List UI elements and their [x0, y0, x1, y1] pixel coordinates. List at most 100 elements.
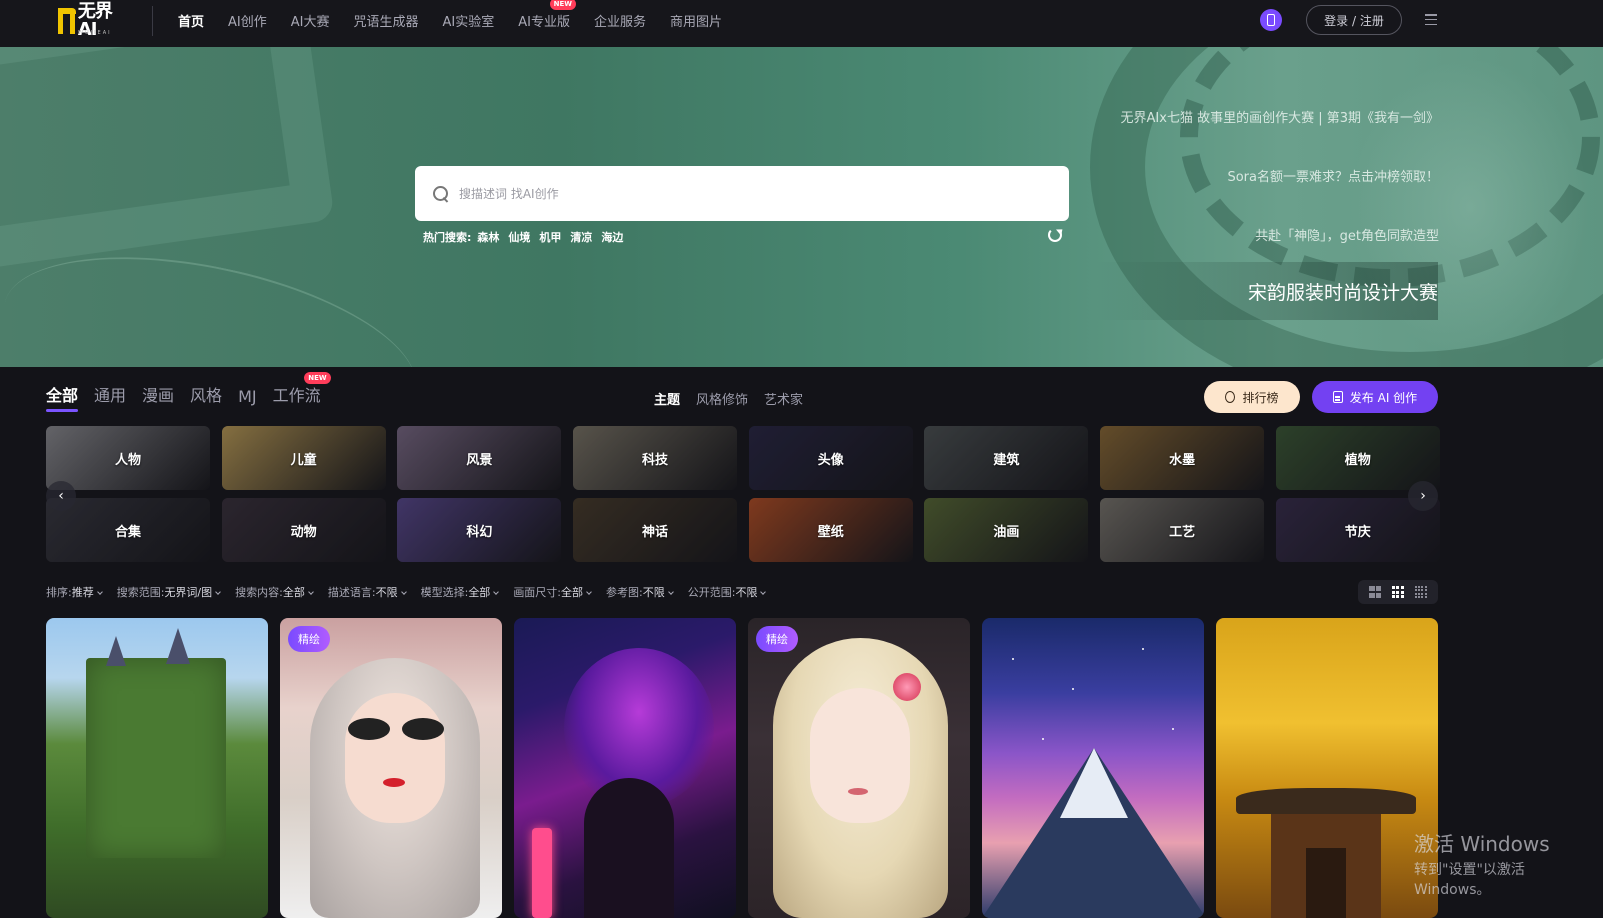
artwork-detail [1042, 738, 1044, 740]
nav-item-prompt-generator[interactable]: 咒语生成器 [353, 11, 418, 30]
mobile-phone-icon[interactable] [1260, 9, 1282, 31]
nav-item-ai-contest[interactable]: AI大赛 [291, 11, 330, 30]
nav-item-home[interactable]: 首页 [178, 11, 204, 30]
theme-card[interactable]: 科技 [573, 426, 738, 490]
category-tabs: 全部 通用 漫画 风格 MJ 工作流 NEW [46, 372, 337, 412]
theme-card[interactable]: 人物 [46, 426, 210, 490]
artwork-card[interactable] [46, 618, 268, 918]
leaderboard-button[interactable]: 排行榜 [1204, 381, 1300, 413]
hero-decoration [0, 47, 335, 273]
banner-link-active[interactable]: 宋韵服装时尚设计大赛 [1095, 262, 1438, 320]
sub-tabs: 主题 风格修饰 艺术家 [654, 389, 819, 408]
nav-item-enterprise[interactable]: 企业服务 [594, 11, 646, 30]
tab-mj[interactable]: MJ [238, 387, 257, 412]
tab-general[interactable]: 通用 [94, 382, 126, 412]
nav-item-ai-lab[interactable]: AI实验室 [443, 11, 495, 30]
chevron-left-icon[interactable]: ‹ [46, 481, 76, 511]
hot-search-tag[interactable]: 海边 [601, 229, 623, 245]
filter-label: 模型选择: [420, 586, 469, 599]
filter-value: 推荐 [71, 586, 94, 599]
theme-card[interactable]: 植物 [1275, 426, 1440, 490]
theme-card-label: 动物 [290, 524, 317, 540]
nav-item-label: 咒语生成器 [353, 14, 419, 30]
filter-dropdown[interactable]: 参考图:不限 [606, 584, 674, 600]
artwork-detail [532, 828, 552, 918]
grid-small-icon[interactable] [1414, 586, 1427, 598]
filter-dropdown[interactable]: 画面尺寸:全部 [513, 584, 592, 600]
search-box [415, 166, 1069, 221]
banner-link[interactable]: 无界AIx七猫 故事里的画创作大赛 | 第3期《我有一剑》 [1121, 107, 1439, 126]
theme-card[interactable]: 科幻 [397, 498, 562, 562]
grid-large-icon[interactable] [1369, 586, 1382, 598]
subtab-theme[interactable]: 主题 [654, 389, 680, 408]
artwork-detail [166, 628, 190, 664]
tab-comic[interactable]: 漫画 [142, 382, 174, 412]
search-input[interactable] [459, 186, 1019, 201]
artwork-card[interactable] [982, 618, 1204, 918]
theme-card[interactable]: 油画 [924, 498, 1089, 562]
subtab-style-modifier[interactable]: 风格修饰 [696, 389, 748, 408]
theme-card[interactable]: 合集 [46, 498, 210, 562]
banner-link[interactable]: Sora名额一票难求？点击冲榜领取！ [1227, 166, 1439, 185]
chevron-down-icon [586, 589, 592, 595]
refined-badge: 精绘 [756, 626, 798, 652]
theme-card[interactable]: 儿童 [221, 426, 386, 490]
theme-card[interactable]: 水墨 [1100, 426, 1265, 490]
theme-card[interactable]: 工艺 [1100, 498, 1265, 562]
theme-card[interactable]: 头像 [748, 426, 913, 490]
filter-label: 参考图: [606, 586, 643, 599]
filter-dropdown[interactable]: 描述语言:不限 [328, 584, 407, 600]
subtab-artist[interactable]: 艺术家 [764, 389, 803, 408]
artwork-detail [383, 778, 405, 787]
artwork-card[interactable]: 精绘 [748, 618, 970, 918]
hot-search-tag[interactable]: 仙境 [508, 229, 530, 245]
hamburger-menu-icon[interactable] [1425, 14, 1437, 25]
chevron-down-icon [308, 589, 314, 595]
tab-style[interactable]: 风格 [190, 382, 222, 412]
nav-item-ai-create[interactable]: AI创作 [228, 11, 267, 30]
filter-dropdown[interactable]: 搜索内容:全部 [235, 584, 314, 600]
theme-grid: 人物 儿童 风景 科技 头像 建筑 水墨 植物 合集 动物 科幻 神话 壁纸 油画 工艺 节庆 [46, 426, 1440, 562]
theme-card[interactable]: 壁纸 [748, 498, 913, 562]
banner-link[interactable]: 共赴「神隐」，get角色同款造型 [1255, 225, 1439, 244]
filter-dropdown[interactable]: 搜索范围:无界词/图 [117, 584, 221, 600]
theme-card[interactable]: 建筑 [924, 426, 1089, 490]
theme-card[interactable]: 神话 [573, 498, 738, 562]
nav-item-commercial-images[interactable]: 商用图片 [670, 11, 722, 30]
filter-dropdown[interactable]: 排序:推荐 [46, 584, 103, 600]
publish-ai-creation-button[interactable]: 发布 AI 创作 [1312, 381, 1438, 413]
brand-logo[interactable]: 无界AI WUJIEAI [56, 3, 130, 39]
theme-card[interactable]: 动物 [221, 498, 386, 562]
login-register-button[interactable]: 登录 / 注册 [1306, 5, 1402, 35]
nav-item-label: AI实验室 [442, 14, 495, 30]
theme-card[interactable]: 风景 [397, 426, 562, 490]
hot-search-tag[interactable]: 森林 [477, 229, 499, 245]
logo-mark-icon [56, 6, 76, 36]
chevron-down-icon [667, 589, 674, 595]
hot-search-tag[interactable]: 清凉 [570, 229, 592, 245]
artwork-card[interactable]: 精绘 [280, 618, 502, 918]
nav-item-label: AI大赛 [290, 14, 330, 30]
filter-dropdown[interactable]: 公开范围:不限 [687, 584, 767, 600]
chevron-down-icon [400, 589, 407, 595]
refresh-icon[interactable] [1048, 228, 1062, 242]
filter-dropdown[interactable]: 模型选择:全部 [420, 584, 500, 600]
nav-item-label: 商用图片 [669, 14, 722, 30]
tab-all[interactable]: 全部 [46, 382, 79, 412]
nav-item-ai-pro[interactable]: AI专业版 NEW [518, 0, 576, 30]
artwork-detail [848, 788, 868, 795]
filter-label: 排序: [46, 586, 72, 599]
tab-label: 漫画 [142, 386, 175, 405]
search-icon[interactable] [433, 185, 449, 202]
artwork-card[interactable] [514, 618, 736, 918]
grid-medium-icon[interactable] [1391, 586, 1404, 598]
main-nav: 首页 AI创作 AI大赛 咒语生成器 AI实验室 AI专业版 NEW 企业服务 … [178, 0, 746, 40]
theme-card-label: 科幻 [466, 524, 493, 540]
tab-workflow[interactable]: 工作流 NEW [273, 372, 331, 412]
filter-label: 公开范围: [687, 586, 736, 599]
hot-search-tag[interactable]: 机甲 [539, 229, 561, 245]
chevron-right-icon[interactable]: › [1408, 481, 1438, 511]
tab-label: MJ [238, 387, 257, 406]
theme-card-label: 建筑 [993, 452, 1020, 468]
artwork-card[interactable] [1216, 618, 1438, 918]
